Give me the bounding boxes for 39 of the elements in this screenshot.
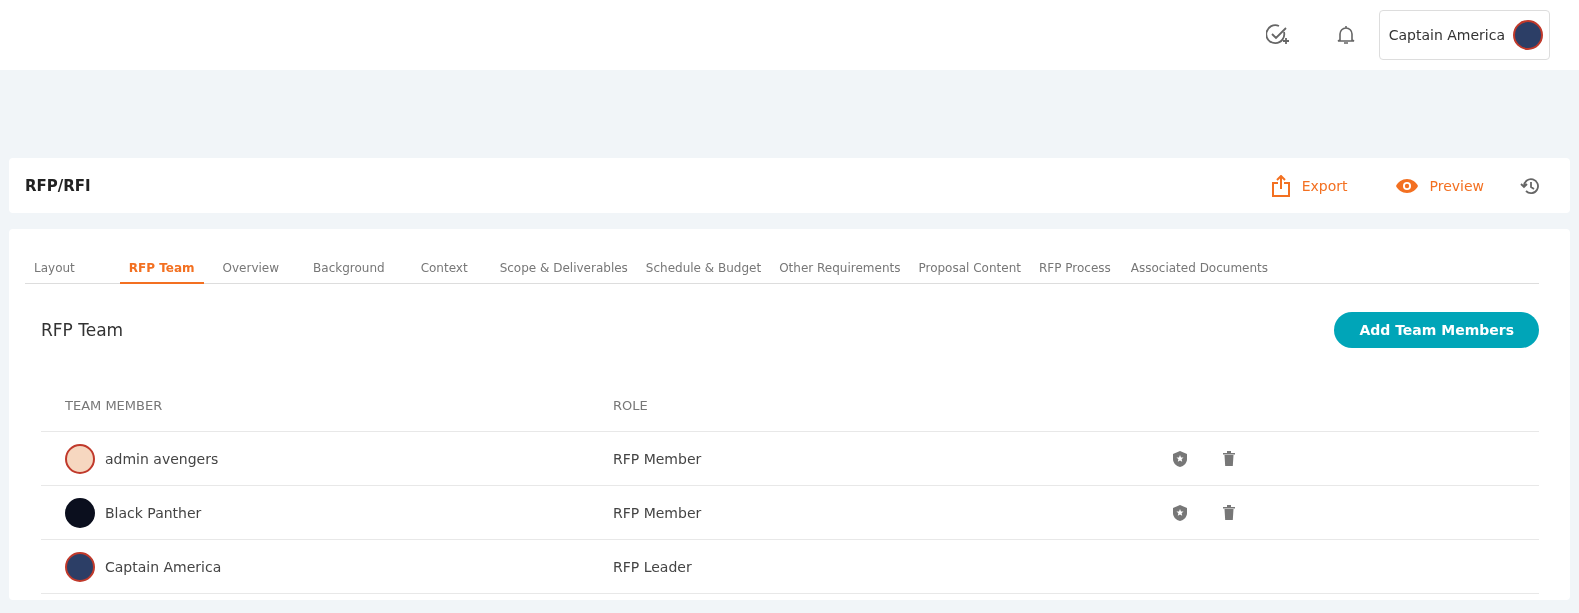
- history-button[interactable]: [1520, 176, 1540, 195]
- member-name: Black Panther: [105, 504, 202, 521]
- tab[interactable]: Scope & Deliverables: [490, 255, 637, 284]
- eye-icon: [1395, 178, 1418, 193]
- share-icon: [1271, 174, 1290, 197]
- role-cell-text: RFP Member: [613, 504, 703, 521]
- trash-icon: [1223, 451, 1235, 466]
- tab[interactable]: Schedule & Budget: [636, 255, 771, 284]
- tab[interactable]: Context: [411, 255, 477, 284]
- member-name: admin avengers: [105, 450, 219, 467]
- shield-star-icon: [1173, 450, 1187, 467]
- tab[interactable]: Associated Documents: [1121, 255, 1278, 284]
- avatar: [65, 551, 95, 582]
- shield-star-icon: [1173, 504, 1187, 521]
- column-header: ROLE: [613, 398, 649, 413]
- bell-icon[interactable]: [1336, 25, 1355, 45]
- tab[interactable]: Proposal Content: [909, 255, 1030, 284]
- export-button[interactable]: Export: [1271, 174, 1348, 197]
- role-cell-text: RFP Member: [613, 450, 703, 467]
- trash-icon: [1223, 505, 1235, 520]
- tab[interactable]: Background: [304, 255, 394, 284]
- tab[interactable]: Layout: [25, 255, 84, 284]
- user-avatar: [1513, 20, 1543, 50]
- add-team-members-button[interactable]: Add Team Members: [1334, 312, 1539, 348]
- tab[interactable]: Overview: [213, 255, 289, 284]
- tab[interactable]: Other Requirements: [770, 255, 910, 284]
- page-title: RFP/RFI: [25, 176, 92, 195]
- tab[interactable]: RFP Team: [119, 255, 204, 284]
- check-add-icon[interactable]: [1265, 24, 1290, 46]
- member-name: Captain America: [105, 558, 222, 575]
- section-title: RFP Team: [41, 320, 124, 340]
- column-header: TEAM MEMBER: [65, 398, 164, 413]
- avatar: [65, 497, 95, 528]
- role-cell-text: RFP Leader: [613, 558, 693, 575]
- tab[interactable]: RFP Process: [1029, 255, 1120, 284]
- preview-button[interactable]: Preview: [1395, 177, 1484, 194]
- user-menu[interactable]: Captain America: [1378, 10, 1550, 60]
- history-icon: [1520, 176, 1540, 195]
- avatar: [65, 443, 95, 474]
